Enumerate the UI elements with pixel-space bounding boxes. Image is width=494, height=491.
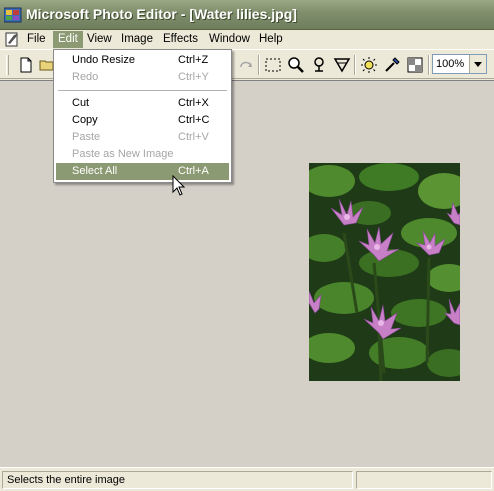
- menu-separator: [58, 90, 227, 91]
- menu-item-shortcut: Ctrl+C: [178, 114, 210, 126]
- menu-bar: File Edit View Image Effects Window Help: [0, 30, 494, 49]
- toolbar-grip[interactable]: [6, 55, 9, 75]
- toolbar-separator: [258, 55, 260, 75]
- menu-item-label: Select All: [72, 165, 118, 177]
- status-pane-secondary: [356, 471, 492, 489]
- new-document-icon[interactable]: [16, 55, 36, 75]
- photo-editor-app-icon[interactable]: [4, 7, 22, 23]
- menu-item-shortcut: Ctrl+V: [178, 131, 209, 143]
- menu-item-shortcut: Ctrl+X: [178, 97, 209, 109]
- crop-icon[interactable]: [332, 55, 352, 75]
- menu-item-label: Paste: [72, 131, 101, 143]
- status-pane-message: Selects the entire image: [2, 471, 353, 489]
- status-text: Selects the entire image: [7, 474, 126, 486]
- brightness-icon[interactable]: [359, 55, 379, 75]
- zoom-magnifier-icon[interactable]: [286, 55, 306, 75]
- menu-effects[interactable]: Effects: [158, 31, 203, 48]
- menu-item-label: Copy: [72, 114, 98, 126]
- menu-file[interactable]: File: [22, 31, 51, 48]
- menu-view[interactable]: View: [82, 31, 117, 48]
- menu-image[interactable]: Image: [116, 31, 158, 48]
- zoom-value: 100%: [436, 58, 465, 70]
- menu-item-shortcut: Ctrl+Y: [178, 71, 209, 83]
- smart-select-icon[interactable]: [309, 55, 329, 75]
- edit-menu-dropdown: Undo Resize Ctrl+Z Redo Ctrl+Y Cut Ctrl+…: [53, 49, 232, 183]
- water-lilies-image[interactable]: [309, 163, 460, 381]
- select-rectangle-icon[interactable]: [263, 55, 283, 75]
- menu-edit[interactable]: Edit: [53, 31, 83, 48]
- zoom-dropdown[interactable]: 100%: [432, 54, 487, 74]
- menu-item-label: Undo Resize: [72, 54, 135, 66]
- menu-item-cut[interactable]: Cut Ctrl+X: [56, 95, 229, 112]
- menu-item-label: Cut: [72, 97, 90, 109]
- mouse-pointer-icon: [172, 175, 186, 196]
- eyedropper-icon[interactable]: [382, 55, 402, 75]
- menu-item-label: Redo: [72, 71, 99, 83]
- menu-item-undo-resize[interactable]: Undo Resize Ctrl+Z: [56, 52, 229, 69]
- menu-item-shortcut: Ctrl+Z: [178, 54, 209, 66]
- menu-item-copy[interactable]: Copy Ctrl+C: [56, 112, 229, 129]
- menu-item-paste[interactable]: Paste Ctrl+V: [56, 129, 229, 146]
- title-bar[interactable]: Microsoft Photo Editor - [Water lilies.j…: [0, 0, 494, 30]
- menu-window[interactable]: Window: [204, 31, 255, 48]
- toolbar-separator: [428, 55, 430, 75]
- menu-item-redo[interactable]: Redo Ctrl+Y: [56, 69, 229, 86]
- window-title: Microsoft Photo Editor - [Water lilies.j…: [26, 6, 297, 22]
- menu-item-paste-as-new-image[interactable]: Paste as New Image: [56, 146, 229, 163]
- transparency-icon[interactable]: [405, 55, 425, 75]
- redo-icon[interactable]: [236, 55, 256, 75]
- menu-item-select-all[interactable]: Select All Ctrl+A: [56, 163, 229, 180]
- document-system-menu-icon[interactable]: [5, 32, 21, 47]
- status-bar: Selects the entire image: [0, 467, 494, 491]
- toolbar-separator: [354, 55, 356, 75]
- chevron-down-icon[interactable]: [469, 55, 486, 73]
- menu-help[interactable]: Help: [254, 31, 288, 48]
- menu-item-label: Paste as New Image: [72, 148, 174, 160]
